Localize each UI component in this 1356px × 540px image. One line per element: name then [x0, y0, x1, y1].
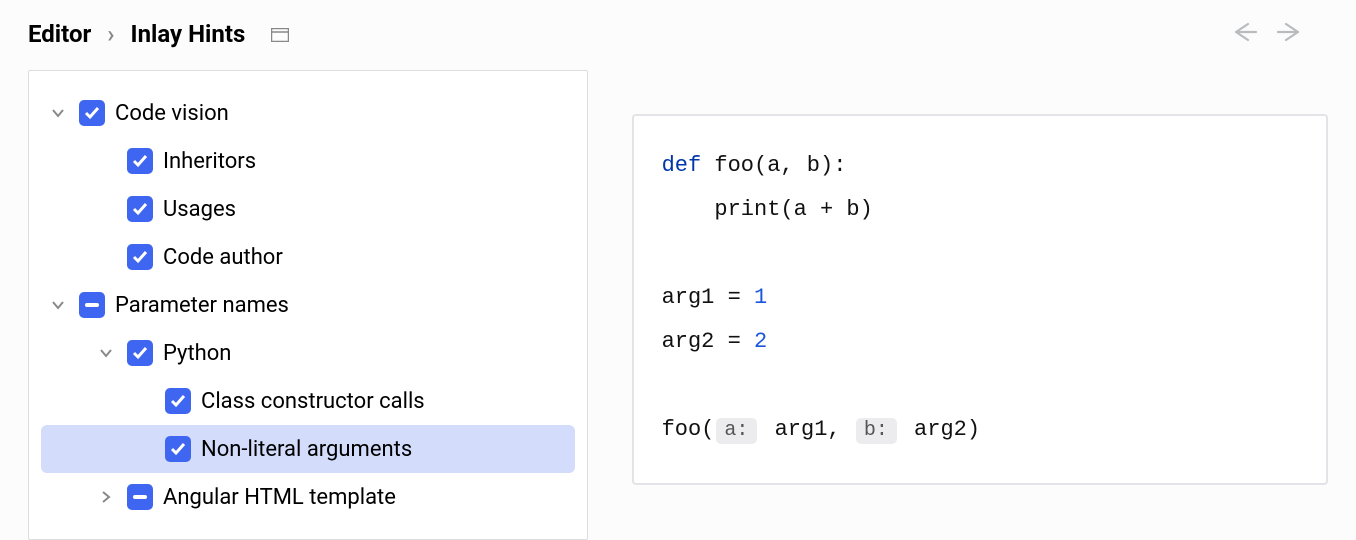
tree-item-inheritors[interactable]: Inheritors	[41, 137, 575, 185]
chevron-down-icon[interactable]	[95, 342, 117, 364]
breadcrumb-inlay-hints: Inlay Hints	[131, 20, 246, 48]
breadcrumb: Editor › Inlay Hints	[28, 20, 289, 48]
tree-item-code-author[interactable]: Code author	[41, 233, 575, 281]
tree-item-code-vision[interactable]: Code vision	[41, 89, 575, 137]
tree-label: Parameter names	[115, 293, 289, 318]
tree-item-class-constructor-calls[interactable]: Class constructor calls	[41, 377, 575, 425]
chevron-right-icon: ›	[107, 20, 114, 48]
code-line: arg1 = 1	[662, 276, 1298, 320]
tree-label: Angular HTML template	[163, 485, 396, 510]
chevron-right-icon[interactable]	[95, 486, 117, 508]
inlay-hint-a: a:	[716, 418, 757, 444]
chevron-down-icon[interactable]	[47, 294, 69, 316]
tree-label: Code vision	[115, 101, 229, 126]
tree-item-non-literal-arguments[interactable]: Non-literal arguments	[41, 425, 575, 473]
tree-label: Inheritors	[163, 149, 256, 174]
tree-label: Python	[163, 341, 231, 366]
inlay-hint-b: b:	[856, 418, 897, 444]
checkbox-non-literal[interactable]	[165, 436, 191, 462]
checkbox-code-vision[interactable]	[79, 100, 105, 126]
checkbox-inheritors[interactable]	[127, 148, 153, 174]
tree-label: Non-literal arguments	[201, 437, 412, 462]
tree-item-usages[interactable]: Usages	[41, 185, 575, 233]
tree-label: Usages	[163, 197, 236, 222]
code-line: foo(a: arg1, b: arg2)	[662, 408, 1298, 453]
tree-item-parameter-names[interactable]: Parameter names	[41, 281, 575, 329]
nav-forward-button[interactable]	[1276, 22, 1304, 47]
settings-tree: Code vision Inheritors Usages Code autho…	[28, 70, 588, 540]
code-blank-line	[662, 232, 1298, 276]
tree-label: Class constructor calls	[201, 389, 425, 414]
checkbox-usages[interactable]	[127, 196, 153, 222]
checkbox-code-author[interactable]	[127, 244, 153, 270]
tree-label: Code author	[163, 245, 283, 270]
code-blank-line	[662, 364, 1298, 408]
nav-back-button[interactable]	[1230, 22, 1258, 47]
code-line: arg2 = 2	[662, 320, 1298, 364]
tree-item-angular[interactable]: Angular HTML template	[41, 473, 575, 521]
code-preview: def foo(a, b): print(a + b) arg1 = 1 arg…	[632, 114, 1328, 485]
code-line: def foo(a, b):	[662, 144, 1298, 188]
window-icon[interactable]	[271, 20, 289, 48]
breadcrumb-editor[interactable]: Editor	[28, 20, 91, 48]
code-line: print(a + b)	[662, 188, 1298, 232]
checkbox-class-constructor[interactable]	[165, 388, 191, 414]
chevron-down-icon[interactable]	[47, 102, 69, 124]
tree-item-python[interactable]: Python	[41, 329, 575, 377]
checkbox-parameter-names[interactable]	[79, 292, 105, 318]
keyword-def: def	[662, 153, 702, 178]
checkbox-python[interactable]	[127, 340, 153, 366]
checkbox-angular[interactable]	[127, 484, 153, 510]
